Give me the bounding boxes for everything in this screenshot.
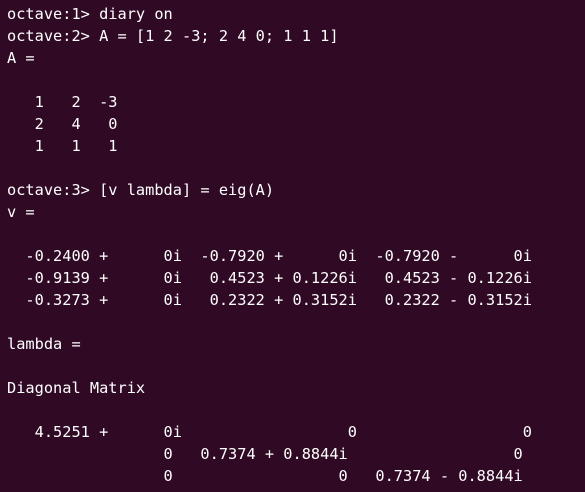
terminal-line: octave:1> diary on: [7, 5, 173, 23]
terminal-line: A =: [7, 49, 35, 67]
terminal-line: -0.2400 + 0i -0.7920 + 0i -0.7920 - 0i: [7, 247, 532, 265]
terminal-line: 2 4 0: [7, 115, 118, 133]
terminal-line: Diagonal Matrix: [7, 379, 146, 397]
terminal-line: 1 2 -3: [7, 93, 118, 111]
terminal-line: 0 0 0.7374 - 0.8844i: [7, 467, 523, 485]
terminal-line: -0.3273 + 0i 0.2322 + 0.3152i 0.2322 - 0…: [7, 291, 532, 309]
terminal-line: 0 0.7374 + 0.8844i 0: [7, 445, 523, 463]
terminal-line: -0.9139 + 0i 0.4523 + 0.1226i 0.4523 - 0…: [7, 269, 532, 287]
terminal-line: v =: [7, 203, 35, 221]
terminal-line: 1 1 1: [7, 137, 118, 155]
terminal-line: lambda =: [7, 335, 81, 353]
terminal-line: octave:3> [v lambda] = eig(A): [7, 181, 275, 199]
terminal-line: 4.5251 + 0i 0 0: [7, 423, 532, 441]
terminal-output[interactable]: octave:1> diary on octave:2> A = [1 2 -3…: [0, 0, 585, 492]
terminal-line: octave:2> A = [1 2 -3; 2 4 0; 1 1 1]: [7, 27, 339, 45]
